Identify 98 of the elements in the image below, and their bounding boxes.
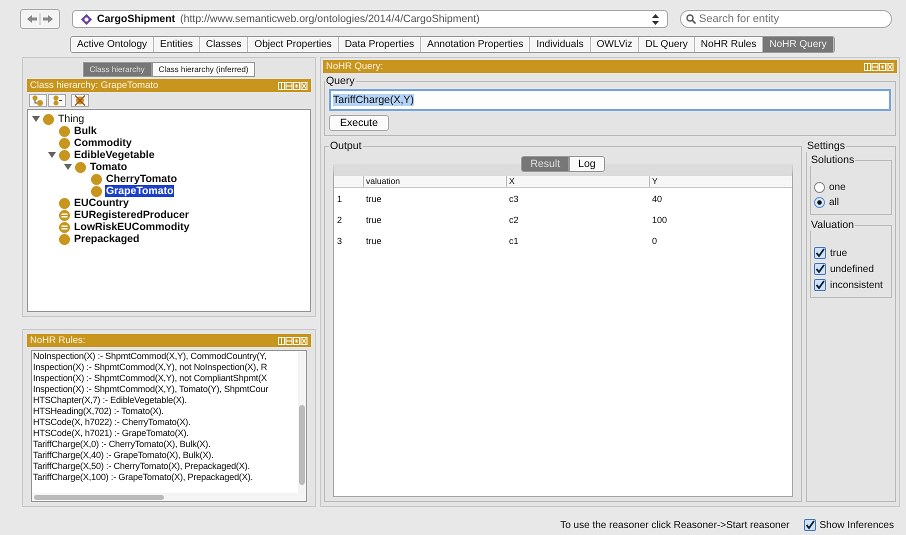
table-cell-text: true [365, 236, 383, 246]
collapse-triangle-icon[interactable] [32, 115, 40, 123]
panel-controls-icon[interactable] [278, 336, 308, 344]
row-number: 2 [336, 214, 344, 224]
panel-title: NoHR Rules: [30, 335, 86, 346]
view-tab[interactable]: Class hierarchy (inferred) [152, 62, 256, 77]
option-label: true [830, 248, 848, 258]
add-subclass-button[interactable] [29, 94, 47, 107]
query-field[interactable]: TariffCharge(X,Y) [329, 89, 891, 111]
table-cell-text: c1 [508, 236, 520, 246]
rule-line[interactable]: TariffCharge(X,100) :- GrapeTomato(X), Prepackaged(X). [33, 472, 298, 483]
tree-item[interactable]: EURegisteredProducer [73, 209, 190, 221]
defined-class-icon [59, 222, 70, 232]
table-cell-text: c3 [508, 194, 520, 204]
status-message: To use the reasoner click Reasoner->Start reasoner [560, 520, 790, 530]
tree-item[interactable]: CherryTomato [105, 173, 178, 185]
checkbox[interactable] [814, 263, 826, 275]
checkbox[interactable] [814, 247, 826, 259]
rule-line[interactable]: NoInspection(X) :- ShpmtCommod(X,Y), CommodCountry(Y, [33, 351, 298, 362]
tree-item[interactable]: Thing [57, 113, 86, 125]
back-forward-arrows-icon [25, 13, 55, 25]
tab[interactable]: NoHR Query [763, 37, 834, 52]
tab[interactable]: Active Ontology [71, 37, 154, 52]
defined-class-icon [59, 210, 70, 220]
checkbox[interactable] [814, 279, 826, 291]
class-icon [75, 162, 86, 172]
column-header[interactable]: valuation [363, 176, 506, 187]
radio-button[interactable] [814, 182, 825, 193]
option-label: one [829, 182, 846, 193]
class-icon [59, 126, 70, 136]
search-field[interactable]: Search for entity [680, 10, 892, 28]
tree-item[interactable]: GrapeTomato [105, 185, 174, 197]
class-icon [43, 114, 54, 124]
column-header[interactable]: Y [649, 176, 792, 187]
panel-title: NoHR Query: [326, 61, 384, 72]
class-icon [91, 174, 102, 184]
rule-line[interactable]: TariffCharge(X,0) :- CherryTomato(X), Bulk(X). [33, 439, 298, 450]
add-sibling-icon [51, 95, 63, 106]
delete-class-button[interactable] [71, 94, 89, 107]
output-tab[interactable]: Log [569, 156, 605, 172]
group-title: Valuation [810, 219, 856, 231]
panel-controls-icon[interactable] [278, 82, 308, 90]
group-title: Solutions [810, 154, 856, 166]
radio-button[interactable] [814, 197, 825, 208]
navigation-buttons[interactable] [20, 9, 60, 29]
rule-line[interactable]: HTSChapter(X,7) :- EdibleVegetable(X). [33, 395, 298, 406]
tree-item[interactable]: LowRiskEUCommodity [73, 221, 191, 233]
tree-item[interactable]: EdibleVegetable [73, 149, 156, 161]
rule-line[interactable]: TariffCharge(X,50) :- CherryTomato(X), Prepackaged(X). [33, 461, 298, 472]
table-cell-text: 40 [651, 194, 664, 204]
ontology-dropdown[interactable]: CargoShipment (http://www.semanticweb.org/ontologies/2014/4/CargoShipment) [72, 10, 668, 28]
panel-controls-icon[interactable] [864, 62, 894, 70]
horizontal-scrollbar[interactable] [32, 493, 306, 501]
ontology-name: CargoShipment [97, 13, 176, 25]
rule-line[interactable]: Inspection(X) :- ShpmtCommod(X,Y), Tomato(Y), ShpmtCour [33, 384, 298, 395]
table-cell-text: c2 [508, 214, 520, 224]
option-label: all [829, 197, 840, 208]
column-header[interactable]: X [506, 176, 649, 187]
table-cell-text: true [365, 194, 383, 204]
table-cell-text: true [365, 214, 383, 224]
option-label: Show Inferences [820, 520, 894, 530]
class-icon [59, 198, 70, 208]
table-cell-text: 100 [651, 214, 668, 224]
rule-line[interactable]: HTSCode(X, h7022) :- CherryTomato(X). [33, 417, 298, 428]
tree-item[interactable]: Prepackaged [73, 233, 140, 245]
table-cell-text: 0 [651, 236, 658, 246]
rule-line[interactable]: Inspection(X) :- ShpmtCommod(X,Y), not NoInspection(X), R [33, 362, 298, 373]
class-icon [59, 234, 70, 244]
class-icon [59, 150, 70, 160]
group-title: Settings [806, 140, 846, 152]
option-label: inconsistent [830, 280, 883, 290]
group-title: Query [325, 75, 356, 87]
execute-button[interactable]: Execute [329, 115, 389, 131]
dropdown-arrows-icon [652, 14, 659, 24]
rule-line[interactable]: HTSHeading(X,702) :- Tomato(X). [33, 406, 298, 417]
option-label: undefined [830, 264, 874, 274]
row-number: 1 [336, 194, 344, 204]
vertical-scrollbar[interactable] [298, 351, 306, 493]
tree-item[interactable]: Commodity [73, 137, 133, 149]
search-icon [686, 14, 696, 24]
tree-item[interactable]: Bulk [73, 125, 98, 137]
panel-title: Class hierarchy: GrapeTomato [30, 80, 158, 91]
row-number: 3 [336, 236, 344, 246]
tree-item[interactable]: EUCountry [73, 197, 130, 209]
collapse-triangle-icon[interactable] [48, 151, 56, 159]
rule-line[interactable]: TariffCharge(X,40) :- GrapeTomato(X), Bulk(X). [33, 450, 298, 461]
ontology-iri: (http://www.semanticweb.org/ontologies/2014/4/CargoShipment) [180, 13, 481, 25]
group-title: Output [329, 140, 363, 152]
ontology-diamond-icon [81, 14, 92, 24]
add-subclass-icon [32, 95, 44, 106]
collapse-triangle-icon[interactable] [64, 163, 72, 171]
tree-item[interactable]: Tomato [89, 161, 128, 173]
rule-line[interactable]: Inspection(X) :- ShpmtCommod(X,Y), not CompliantShpmt(X [33, 373, 298, 384]
class-icon [91, 186, 102, 196]
delete-class-icon [74, 95, 86, 106]
class-icon [59, 138, 70, 148]
checkbox[interactable] [804, 519, 816, 531]
rule-line[interactable]: HTSCode(X, h7021) :- GrapeTomato(X). [33, 428, 298, 439]
